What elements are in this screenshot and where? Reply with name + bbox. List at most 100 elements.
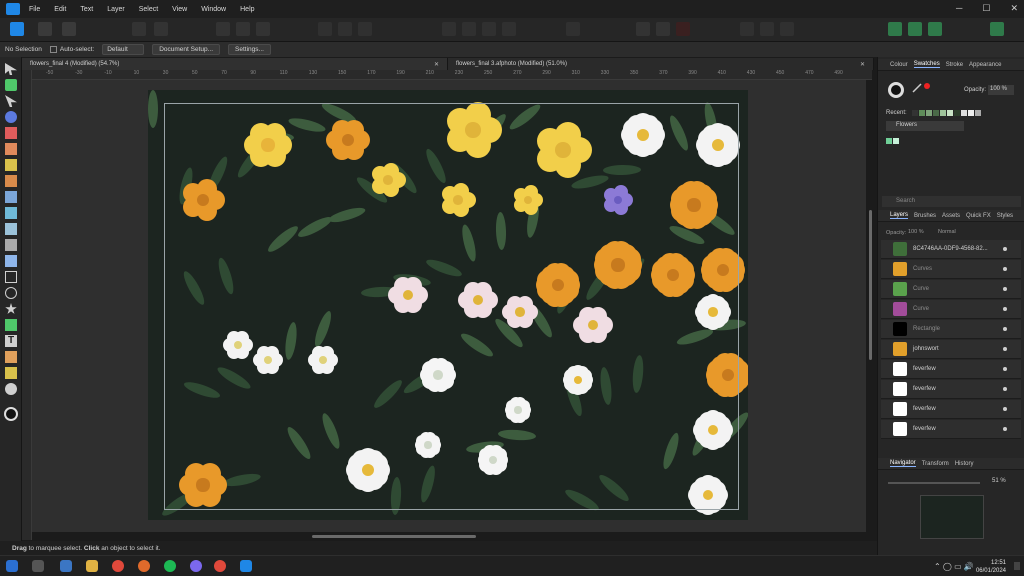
close-icon[interactable]: ✕ xyxy=(1010,3,1018,14)
visibility-icon[interactable] xyxy=(1003,327,1007,331)
zoom-field[interactable]: 51 % xyxy=(992,478,1006,484)
recent-swatches[interactable] xyxy=(912,110,981,116)
layer-opacity-field[interactable]: 100 % xyxy=(908,229,924,235)
app-icon[interactable] xyxy=(190,560,202,572)
tab-brushes[interactable]: Brushes xyxy=(914,213,936,219)
menu-text[interactable]: Text xyxy=(80,6,93,13)
move-tool-icon[interactable] xyxy=(5,63,17,75)
layer-row[interactable]: Curve xyxy=(881,300,1021,319)
star-tool-icon[interactable] xyxy=(5,303,17,314)
settings-icon[interactable] xyxy=(154,22,168,36)
snap-icon[interactable] xyxy=(216,22,230,36)
chrome-icon-2[interactable] xyxy=(214,560,226,572)
visibility-icon[interactable] xyxy=(1003,427,1007,431)
checkbox-icon[interactable] xyxy=(49,45,57,53)
visibility-icon[interactable] xyxy=(1003,367,1007,371)
affinity-designer-icon[interactable] xyxy=(240,560,252,572)
navigator-thumbnail[interactable] xyxy=(920,495,984,539)
eyedropper-icon[interactable] xyxy=(5,351,17,363)
layer-row[interactable]: feverfew xyxy=(881,420,1021,439)
tab-transform[interactable]: Transform xyxy=(922,461,949,467)
tab-quick-fx[interactable]: Quick FX xyxy=(966,213,991,219)
menu-edit[interactable]: Edit xyxy=(54,6,66,13)
menu-window[interactable]: Window xyxy=(201,6,226,13)
affinity-logo-icon[interactable] xyxy=(6,3,20,15)
geometry-icon-2[interactable] xyxy=(760,22,774,36)
tab-assets[interactable]: Assets xyxy=(942,213,960,219)
crop-tool-icon[interactable] xyxy=(5,239,17,251)
layer-row[interactable]: johnswort xyxy=(881,340,1021,359)
vertical-scrollbar[interactable] xyxy=(869,210,872,360)
menu-help[interactable]: Help xyxy=(240,6,254,13)
vertical-ruler[interactable] xyxy=(22,70,32,540)
search-input[interactable]: Search xyxy=(882,196,1021,207)
transform-icon[interactable] xyxy=(566,22,580,36)
transparency-tool-icon[interactable] xyxy=(5,143,17,155)
none-swatch-icon[interactable] xyxy=(924,83,930,89)
text-tool-icon[interactable]: T xyxy=(5,335,17,347)
palette-swatches[interactable] xyxy=(886,138,899,144)
autoselect-dropdown[interactable]: Default xyxy=(102,44,145,55)
tab-history[interactable]: History xyxy=(955,461,974,467)
user-icon[interactable] xyxy=(990,22,1004,36)
layer-row[interactable]: Curve xyxy=(881,280,1021,299)
tab-swatches[interactable]: Swatches xyxy=(913,61,940,68)
menu-view[interactable]: View xyxy=(172,6,187,13)
file-explorer-icon[interactable] xyxy=(86,560,98,572)
align-icon-2[interactable] xyxy=(338,22,352,36)
arrange-icon-3[interactable] xyxy=(482,22,496,36)
place-image-icon[interactable] xyxy=(5,223,17,235)
visibility-icon[interactable] xyxy=(1003,307,1007,311)
snap-icon-3[interactable] xyxy=(256,22,270,36)
menu-file[interactable]: File xyxy=(29,6,40,13)
todo-icon[interactable] xyxy=(60,560,72,572)
geometry-icon[interactable] xyxy=(740,22,754,36)
pen-tool-icon[interactable] xyxy=(5,159,17,171)
tab-styles[interactable]: Styles xyxy=(997,213,1013,219)
snap-icon-2[interactable] xyxy=(236,22,250,36)
tab-colour[interactable]: Colour xyxy=(890,62,908,68)
layer-row[interactable]: 8C4746AA-0DF9-4568-82... xyxy=(881,240,1021,259)
boolean-icon-2[interactable] xyxy=(656,22,670,36)
zoom-tool-icon[interactable] xyxy=(5,383,17,395)
fill-stroke-icon[interactable] xyxy=(888,82,904,98)
firefox-icon[interactable] xyxy=(138,560,150,572)
fill-tool-icon[interactable] xyxy=(5,127,17,139)
windows-start-icon[interactable] xyxy=(6,560,18,572)
visibility-icon[interactable] xyxy=(1003,407,1007,411)
align-icon[interactable] xyxy=(318,22,332,36)
rectangle-tool-icon[interactable] xyxy=(5,271,17,283)
horizontal-ruler[interactable]: -50 -30 -10 10 30 50 70 90 110 130 150 170 190 210 230… xyxy=(26,70,872,80)
close-tab-icon[interactable]: ✕ xyxy=(434,61,439,68)
tab-stroke[interactable]: Stroke xyxy=(946,62,963,68)
color-picker-icon[interactable] xyxy=(676,22,690,36)
layer-row[interactable]: Curves xyxy=(881,260,1021,279)
node-tool-icon[interactable] xyxy=(5,95,17,107)
opacity-field[interactable]: 100 % xyxy=(988,85,1014,95)
minimize-icon[interactable]: ─ xyxy=(956,3,962,14)
assistant-icon[interactable] xyxy=(888,22,902,36)
maximize-icon[interactable]: ☐ xyxy=(982,3,990,14)
eyedropper-icon[interactable] xyxy=(912,83,922,93)
designer-persona-icon[interactable] xyxy=(10,22,24,36)
close-tab-icon[interactable]: ✕ xyxy=(860,61,865,68)
blend-mode-dropdown[interactable]: Normal xyxy=(938,229,956,235)
chrome-icon[interactable] xyxy=(112,560,124,572)
gear-icon[interactable] xyxy=(132,22,146,36)
geometry-icon-3[interactable] xyxy=(780,22,794,36)
tab-navigator[interactable]: Navigator xyxy=(890,460,916,467)
assistant-icon-3[interactable] xyxy=(928,22,942,36)
notification-icon[interactable] xyxy=(1014,562,1020,570)
arrange-icon[interactable] xyxy=(442,22,456,36)
vector-brush-icon[interactable] xyxy=(5,191,17,203)
vector-crop-icon[interactable] xyxy=(5,255,17,267)
visibility-icon[interactable] xyxy=(1003,387,1007,391)
tab-flowers-final-3[interactable]: flowers_final 3.afphoto (Modified) (51.0… xyxy=(448,58,874,70)
paint-brush-icon[interactable] xyxy=(5,207,17,219)
ruler-tool-icon[interactable] xyxy=(5,367,17,379)
task-view-icon[interactable] xyxy=(32,560,44,572)
arrange-icon-4[interactable] xyxy=(502,22,516,36)
spotify-icon[interactable] xyxy=(164,560,176,572)
zoom-slider[interactable] xyxy=(888,482,980,484)
visibility-icon[interactable] xyxy=(1003,287,1007,291)
